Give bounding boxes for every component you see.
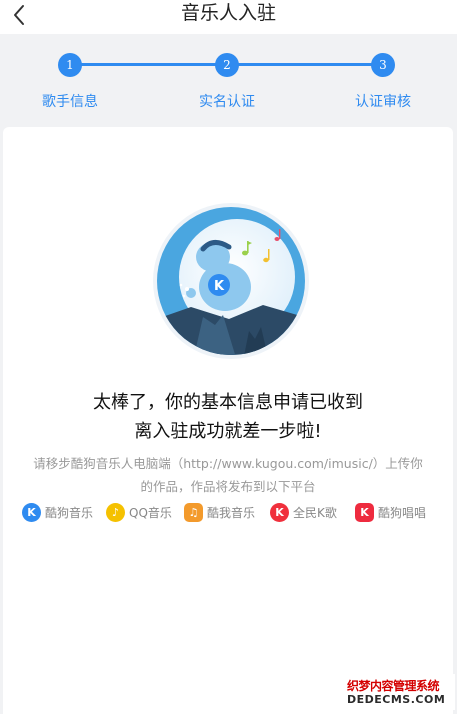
success-illustration: K xyxy=(151,201,311,361)
kuwo-icon: ♫ xyxy=(184,502,203,522)
result-card: K 太棒了，你的基本信息申请已收到 离入驻成功就差一步啦! 请移步酷狗音乐人电脑… xyxy=(3,127,453,714)
platform-label: 酷我音乐 xyxy=(207,505,256,520)
instruction-text-line2: 的作品，作品将发布到以下平台 xyxy=(140,479,316,494)
platform-item-kuwo: ♫ 酷我音乐 xyxy=(184,500,255,524)
step-2-label: 实名认证 xyxy=(199,94,255,110)
instruction-text-line1: 请移步酷狗音乐人电脑端（http://www.kugou.com/imusic/… xyxy=(33,456,423,471)
step-3-label: 认证审核 xyxy=(355,94,411,110)
kugou-icon: K xyxy=(22,502,41,522)
success-headline-line1: 太棒了，你的基本信息申请已收到 xyxy=(93,392,363,413)
platform-label: 酷狗音乐 xyxy=(45,505,94,520)
progress-steps: 1 2 3 歌手信息 实名认证 认证审核 xyxy=(0,34,457,122)
platform-list: K 酷狗音乐 ♪ QQ音乐 ♫ 酷我音乐 K 全民K歌 K 酷狗唱唱 xyxy=(3,500,453,524)
step-3-dot: 3 xyxy=(371,53,395,77)
step-1-label: 歌手信息 xyxy=(42,94,98,110)
qqmusic-icon: ♪ xyxy=(106,502,125,522)
app-header: 音乐人入驻 xyxy=(0,0,457,34)
step-2-dot: 2 xyxy=(215,53,239,77)
watermark: 织梦内容管理系统 DEDECMS.COM xyxy=(345,674,455,710)
platform-item-qqmusic: ♪ QQ音乐 xyxy=(106,500,172,524)
platform-label: 酷狗唱唱 xyxy=(378,505,427,520)
step-connector xyxy=(227,63,383,66)
platform-item-quanmin-k: K 全民K歌 xyxy=(270,500,337,524)
quanmin-k-icon: K xyxy=(270,502,289,522)
step-1-dot: 1 xyxy=(58,53,82,77)
watermark-domain: DEDECMS.COM xyxy=(347,693,446,706)
success-headline-line2: 离入驻成功就差一步啦! xyxy=(134,421,322,442)
svg-text:K: K xyxy=(214,279,225,294)
platform-item-kugou: K 酷狗音乐 xyxy=(22,500,93,524)
page-title: 音乐人入驻 xyxy=(180,2,276,24)
platform-item-kugou-changchang: K 酷狗唱唱 xyxy=(355,500,426,524)
watermark-text: 织梦内容管理系统 xyxy=(347,679,440,693)
platform-label: QQ音乐 xyxy=(129,505,172,520)
step-connector xyxy=(70,63,227,66)
kugou-changchang-icon: K xyxy=(355,502,374,522)
platform-label: 全民K歌 xyxy=(293,505,337,520)
